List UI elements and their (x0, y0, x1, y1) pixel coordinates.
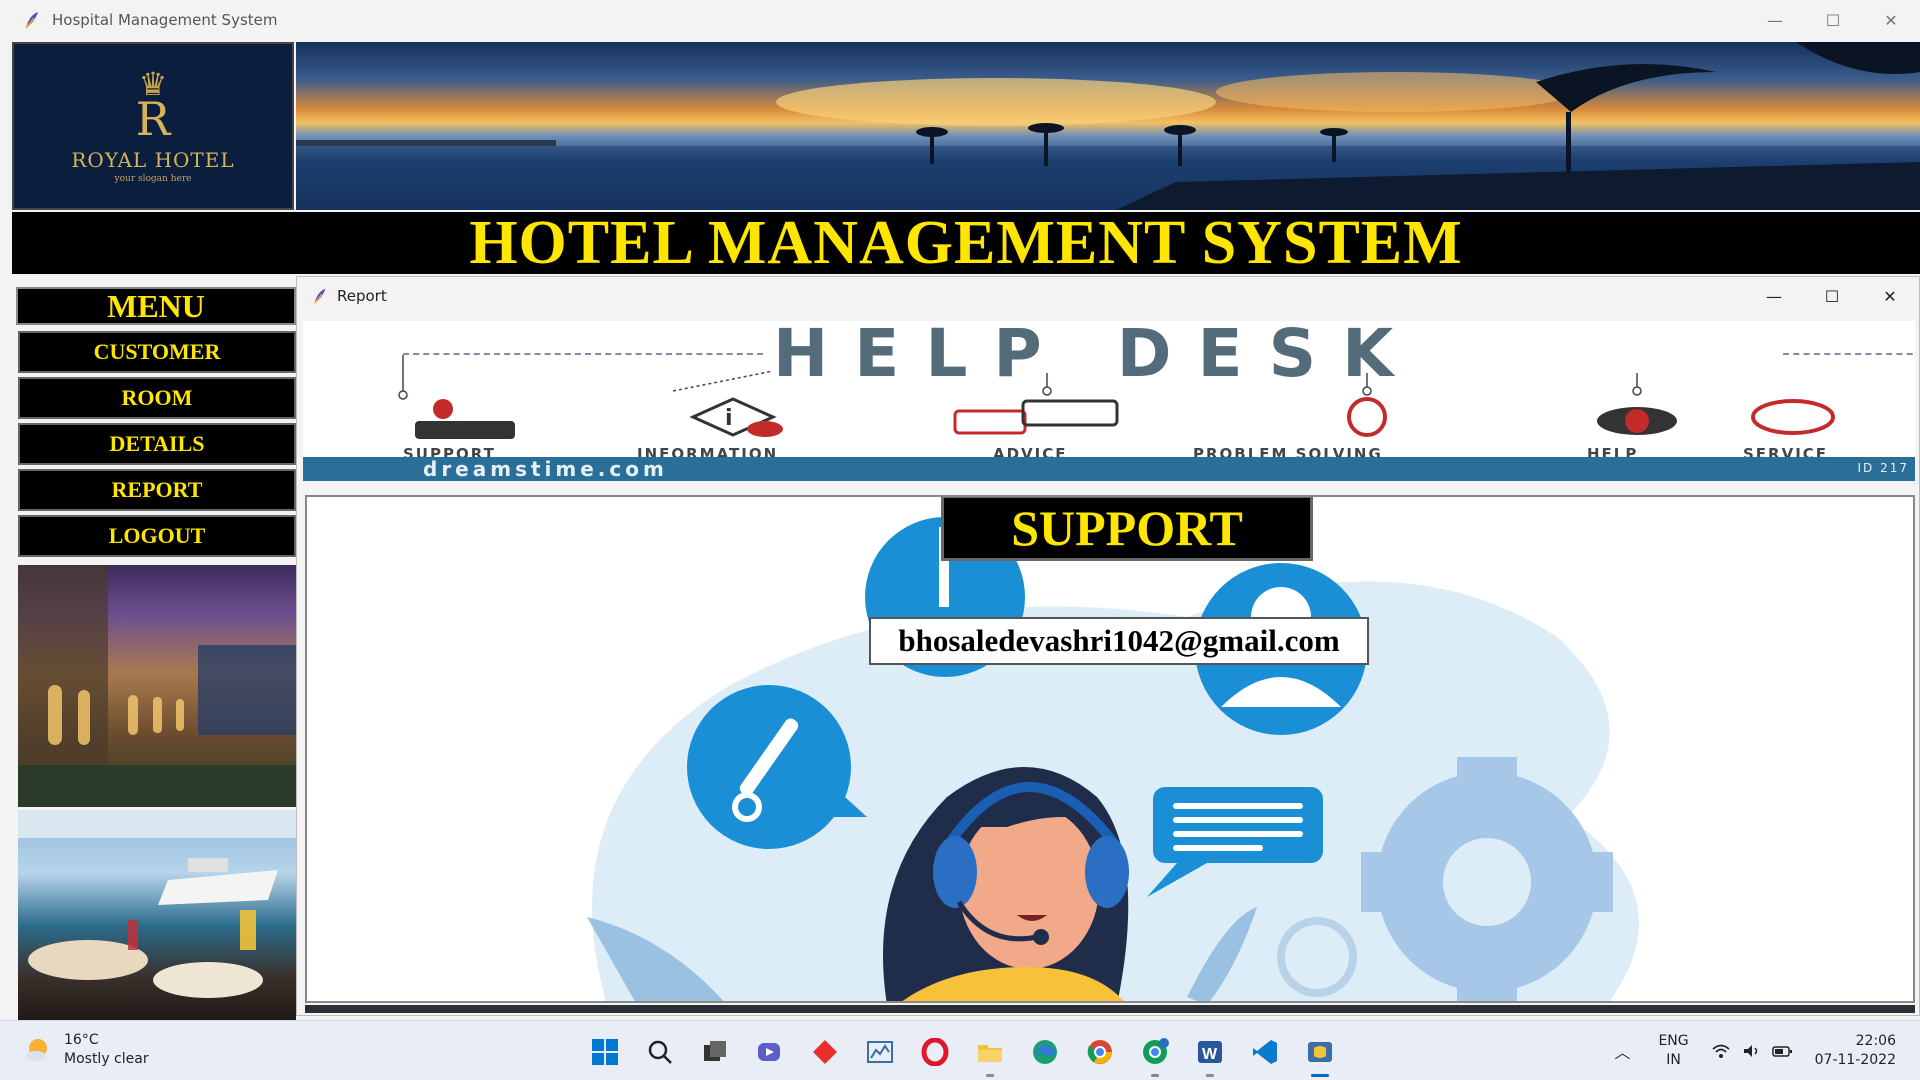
weather-widget[interactable]: 16°C Mostly clear (24, 1031, 149, 1069)
customer-button-label: CUSTOMER (93, 339, 221, 364)
support-email-box: bhosaledevashri1042@gmail.com (869, 617, 1369, 665)
room-button[interactable]: ROOM (18, 377, 296, 419)
sunset-resort-banner-image (296, 42, 1920, 210)
start-icon[interactable] (584, 1031, 626, 1073)
report-window: Report — ☐ ✕ HELP DESK i SUPPORT INFORMA… (296, 276, 1920, 1016)
report-window-titlebar: Report — ☐ ✕ (297, 277, 1919, 315)
support-panel: SUPPORT bhosaledevashri1042@gmail.com (305, 495, 1915, 1003)
task-view-icon[interactable] (694, 1031, 736, 1073)
feather-app-icon (25, 12, 38, 29)
language-indicator[interactable]: ENG IN (1658, 1032, 1688, 1070)
chrome-profile-icon[interactable] (1134, 1031, 1176, 1077)
maximize-button[interactable]: ☐ (1804, 0, 1862, 40)
report-button[interactable]: REPORT (18, 469, 296, 511)
room-button-label: ROOM (121, 385, 193, 410)
clock-time: 22:06 (1855, 1033, 1896, 1049)
system-tray: ︿ ENG IN 22:06 07-11-2022 (1614, 1031, 1896, 1071)
logo-slogan: your slogan here (114, 174, 192, 184)
watermark-id: ID 217 (1857, 461, 1909, 475)
logout-button-label: LOGOUT (108, 523, 206, 548)
watermark-strip: dreamstime.com ID 217 (303, 457, 1915, 481)
word-icon[interactable]: W (1189, 1031, 1231, 1077)
information-icon: i (689, 397, 783, 437)
problem-solving-icon (1347, 397, 1387, 437)
marina-dining-image (18, 810, 296, 1020)
clock-date: 07-11-2022 (1814, 1052, 1896, 1068)
customer-button[interactable]: CUSTOMER (18, 331, 296, 373)
main-window-titlebar: Hospital Management System — ☐ ✕ (0, 0, 1920, 40)
edge-icon[interactable] (1024, 1031, 1066, 1073)
python-app-icon[interactable] (1299, 1031, 1341, 1077)
system-clock[interactable]: 22:06 07-11-2022 (1815, 1032, 1896, 1070)
moon-cloud-icon (26, 1039, 47, 1061)
support-agent-icon (415, 399, 515, 439)
help-icon (1597, 407, 1677, 435)
support-email-text: bhosaledevashri1042@gmail.com (898, 623, 1340, 658)
feather-app-icon (314, 288, 326, 304)
wifi-icon[interactable] (1711, 1041, 1731, 1061)
app-header-title: HOTEL MANAGEMENT SYSTEM (469, 208, 1463, 277)
support-heading: SUPPORT (941, 497, 1313, 561)
support-heading-label: SUPPORT (1011, 500, 1243, 556)
weather-temperature: 16°C (64, 1032, 99, 1048)
logo-brand-name: ROYAL HOTEL (71, 148, 235, 172)
help-desk-banner: HELP DESK i SUPPORT INFORMATION ADVICE P… (303, 321, 1915, 481)
details-button-label: DETAILS (109, 431, 205, 456)
chrome-icon[interactable] (1079, 1031, 1121, 1073)
search-icon[interactable] (639, 1031, 681, 1073)
menu-heading: MENU (16, 287, 296, 325)
windows-taskbar: 16°C Mostly clear W ︿ ENG IN 22:06 07-11… (0, 1020, 1920, 1080)
vscode-icon[interactable] (1244, 1031, 1286, 1073)
minimize-button[interactable]: — (1746, 0, 1804, 40)
report-maximize-button[interactable]: ☐ (1803, 277, 1861, 315)
app-header-title-bar: HOTEL MANAGEMENT SYSTEM (12, 209, 1920, 277)
weather-condition: Mostly clear (64, 1051, 149, 1067)
chart-app-icon[interactable] (859, 1031, 901, 1073)
language-line2: IN (1666, 1052, 1681, 1068)
report-window-title: Report (337, 287, 387, 305)
details-button[interactable]: DETAILS (18, 423, 296, 465)
svg-text:i: i (725, 406, 733, 431)
support-image-bottom-strip (305, 1005, 1915, 1013)
watermark-text: dreamstime.com (423, 457, 668, 481)
royal-hotel-logo: ♛ R ROYAL HOTEL your slogan here (12, 42, 294, 210)
report-close-button[interactable]: ✕ (1861, 277, 1919, 315)
language-line1: ENG (1658, 1033, 1689, 1049)
file-explorer-icon[interactable] (969, 1031, 1011, 1077)
advice-icon (953, 399, 1119, 435)
support-agent-illustration (587, 517, 1639, 1001)
teams-chat-icon[interactable] (749, 1031, 791, 1073)
app-diamond-icon[interactable] (804, 1031, 846, 1073)
logo-letter: R (135, 92, 171, 146)
main-window-title: Hospital Management System (52, 11, 278, 29)
logout-button[interactable]: LOGOUT (18, 515, 296, 557)
volume-icon[interactable] (1741, 1041, 1761, 1061)
svg-text:W: W (1202, 1046, 1218, 1063)
report-minimize-button[interactable]: — (1745, 277, 1803, 315)
battery-icon[interactable] (1771, 1041, 1793, 1061)
service-icon (1751, 399, 1835, 435)
opera-icon[interactable] (914, 1031, 956, 1073)
menu-heading-label: MENU (107, 287, 205, 324)
hotel-courtyard-image (18, 565, 296, 807)
close-button[interactable]: ✕ (1862, 0, 1920, 40)
report-button-label: REPORT (111, 477, 203, 502)
chevron-up-icon[interactable]: ︿ (1614, 1039, 1630, 1063)
